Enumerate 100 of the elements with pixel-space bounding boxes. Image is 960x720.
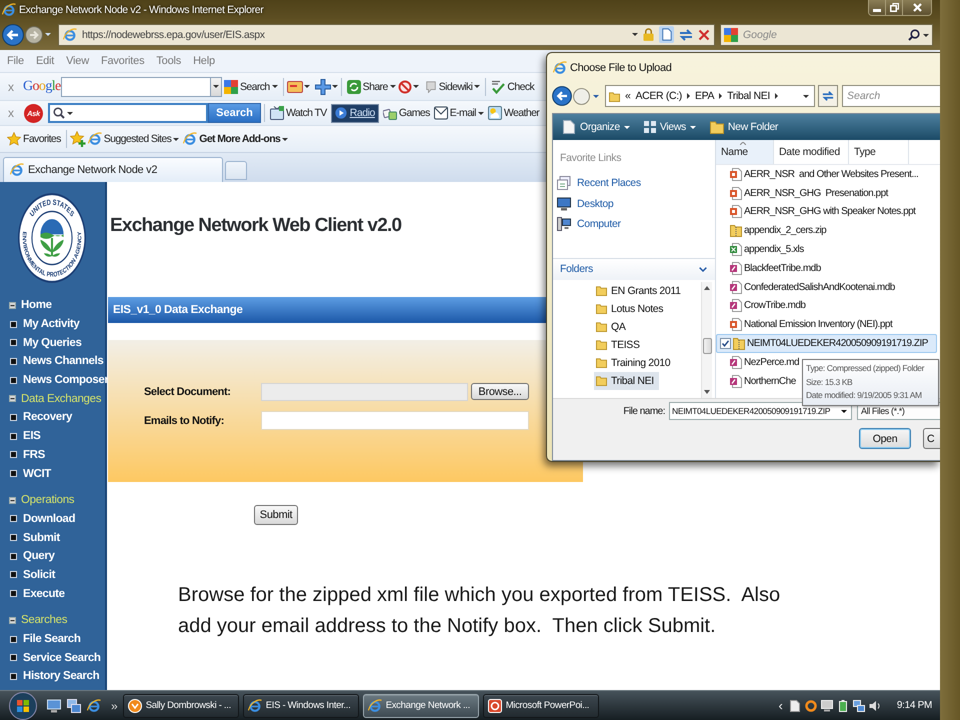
path-segment[interactable]: EPA xyxy=(694,90,714,102)
search-button[interactable]: Search xyxy=(222,76,280,97)
page-icon[interactable] xyxy=(788,700,801,712)
path-overflow-button[interactable]: « xyxy=(625,90,630,102)
submit-button[interactable]: Submit xyxy=(254,505,298,525)
nav-link[interactable]: Service Search xyxy=(23,652,101,664)
caret-icon[interactable] xyxy=(332,85,338,88)
search-field[interactable]: Google xyxy=(720,24,933,46)
taskbar-button[interactable]: Exchange Network ... xyxy=(362,694,479,718)
favorite-link[interactable]: Recent Places xyxy=(553,173,641,194)
folder-item[interactable]: Tribal NEI xyxy=(594,372,659,390)
nav-link[interactable]: Home xyxy=(21,299,52,312)
watch-tv-button[interactable]: Watch TV xyxy=(268,102,329,124)
file-row[interactable]: CrowTribe.mdb xyxy=(716,296,810,316)
two-arrows-icon[interactable] xyxy=(679,28,693,42)
minimize-button[interactable] xyxy=(869,0,886,15)
close-button[interactable] xyxy=(903,0,931,15)
file-row[interactable]: ConfederatedSalishAndKootenai.mdb xyxy=(716,278,899,297)
pane-header-bar[interactable]: Folders xyxy=(553,258,715,280)
menu-item[interactable]: File xyxy=(7,55,24,67)
browser-tab[interactable]: Exchange Network Node v2 xyxy=(3,157,223,182)
nav-section[interactable]: Data Exchanges xyxy=(21,392,102,405)
caret-icon[interactable] xyxy=(632,33,638,36)
radio-button[interactable]: Radio xyxy=(330,104,379,122)
column-header[interactable]: Type xyxy=(849,140,909,164)
nav-link[interactable]: File Search xyxy=(23,633,81,646)
checkbox-icon[interactable] xyxy=(720,338,731,350)
speaker-icon[interactable] xyxy=(868,700,881,712)
nav-link[interactable]: News Composer xyxy=(23,374,109,386)
file-name-field[interactable]: NEIMT04LUEDEKER420050909191719.ZIP xyxy=(669,402,852,420)
nav-link[interactable]: My Activity xyxy=(23,318,80,330)
file-row[interactable]: AERR_NSR_GHG Presenation.ppt xyxy=(716,184,892,203)
caret-icon[interactable] xyxy=(923,34,929,36)
search-field[interactable] xyxy=(61,76,211,96)
file-row[interactable]: BlackfeetTribe.mdb xyxy=(716,258,825,278)
caret-icon[interactable] xyxy=(841,410,847,412)
favorites-button[interactable]: Favorites xyxy=(5,128,63,150)
nav-section[interactable]: Operations xyxy=(21,494,74,506)
folder-item[interactable]: Lotus Notes xyxy=(596,300,668,318)
file-row[interactable]: NEIMT04LUEDEKER420050909191719.ZIP xyxy=(716,334,937,353)
plus-icon[interactable] xyxy=(314,78,331,94)
menu-item[interactable]: Favorites xyxy=(100,55,144,67)
taskbar-button[interactable]: Sally Dombrowski - ... xyxy=(122,694,239,718)
folder-item[interactable]: Training 2010 xyxy=(596,354,676,372)
folder-item[interactable]: EN Grants 2011 xyxy=(596,282,686,300)
menu-item[interactable]: Tools xyxy=(156,55,182,67)
nav-link[interactable]: My Queries xyxy=(23,336,82,349)
network-icon[interactable] xyxy=(852,700,865,712)
nav-link[interactable]: Query xyxy=(23,550,54,562)
text-field[interactable] xyxy=(261,411,529,430)
address-field[interactable]: https://nodewebrss.epa.gov/user/EIS.aspx xyxy=(58,24,715,46)
caret-icon[interactable] xyxy=(67,112,73,114)
minus-box-icon[interactable] xyxy=(9,496,16,504)
scroll-thumb[interactable] xyxy=(702,338,712,354)
prohibition-icon[interactable] xyxy=(398,80,412,94)
nav-link[interactable]: Recovery xyxy=(23,411,72,424)
search-button[interactable]: Search xyxy=(208,103,261,123)
search-field[interactable] xyxy=(48,103,208,123)
nav-link[interactable]: FRS xyxy=(23,448,45,461)
favorite-link[interactable]: Computer xyxy=(553,214,621,234)
check-button[interactable]: Check xyxy=(489,76,536,97)
favorite-link[interactable]: Desktop xyxy=(553,194,614,214)
monitor-icon[interactable] xyxy=(820,700,833,712)
menu-item[interactable]: Help xyxy=(193,55,215,67)
refresh-button[interactable] xyxy=(818,85,838,107)
up-arrow-icon[interactable] xyxy=(704,286,710,290)
triangle-icon[interactable] xyxy=(719,93,722,99)
minus-box-icon[interactable] xyxy=(9,302,16,309)
nav-link[interactable]: Solicit xyxy=(23,568,56,581)
games-button[interactable]: Games xyxy=(380,102,432,124)
nav-link[interactable]: Submit xyxy=(23,532,60,544)
path-segment[interactable]: Tribal NEI xyxy=(727,90,770,102)
file-row[interactable]: AERR_NSR_GHG with Speaker Notes.ppt xyxy=(716,202,920,222)
search-field[interactable]: Search xyxy=(842,85,940,107)
menu-item[interactable]: Edit xyxy=(36,55,54,67)
nav-link[interactable]: EIS xyxy=(23,430,40,442)
toolbar-button[interactable]: New Folder xyxy=(704,117,784,137)
taskbar-button[interactable]: EIS - Windows Inter... xyxy=(242,694,359,718)
ring-icon[interactable] xyxy=(804,700,817,712)
file-row[interactable]: appendix_2_cers.zip xyxy=(716,221,830,240)
nav-section[interactable]: Searches xyxy=(21,614,68,626)
dialog-button[interactable]: Open xyxy=(859,428,911,449)
caret-icon[interactable] xyxy=(412,85,419,88)
nav-link[interactable]: Download xyxy=(23,512,76,525)
share-button[interactable]: Share xyxy=(344,76,398,97)
file-row[interactable]: NorthernChe xyxy=(716,372,800,391)
browse-button[interactable]: Browse... xyxy=(471,383,529,400)
minus-box-icon[interactable] xyxy=(9,395,16,402)
file-row[interactable]: AERR_NSR and Other Websites Present... xyxy=(716,165,922,184)
caret-icon[interactable] xyxy=(304,85,310,88)
x-icon[interactable] xyxy=(698,28,710,40)
file-path-field[interactable] xyxy=(261,382,468,400)
tray-expand-button[interactable]: ‹ xyxy=(778,698,783,713)
path-segment[interactable]: ACER (C:) xyxy=(636,90,682,102)
restore-button[interactable] xyxy=(886,0,903,15)
nav-link[interactable]: Execute xyxy=(23,588,65,600)
more-button[interactable]: » xyxy=(111,698,118,712)
padlock-icon[interactable] xyxy=(643,28,654,41)
path-field[interactable]: « ACER (C:) EPA Tribal NEI xyxy=(605,85,815,107)
triangle-icon[interactable] xyxy=(686,93,690,99)
